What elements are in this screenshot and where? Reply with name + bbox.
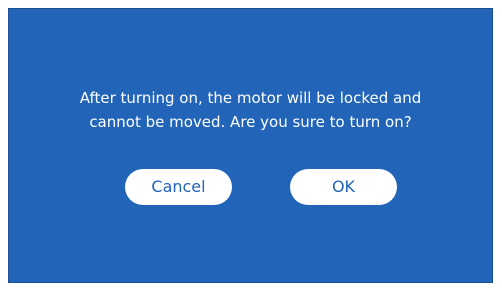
dialog-message-line-1: After turning on, the motor will be lock… (79, 89, 422, 107)
ok-button[interactable]: OK (290, 169, 397, 205)
cancel-button[interactable]: Cancel (125, 169, 232, 205)
screen: After turning on, the motor will be lock… (0, 0, 502, 289)
dialog-message: After turning on, the motor will be lock… (9, 86, 492, 134)
confirm-dialog: After turning on, the motor will be lock… (8, 8, 493, 283)
dialog-message-line-2: cannot be moved. Are you sure to turn on… (89, 113, 412, 131)
